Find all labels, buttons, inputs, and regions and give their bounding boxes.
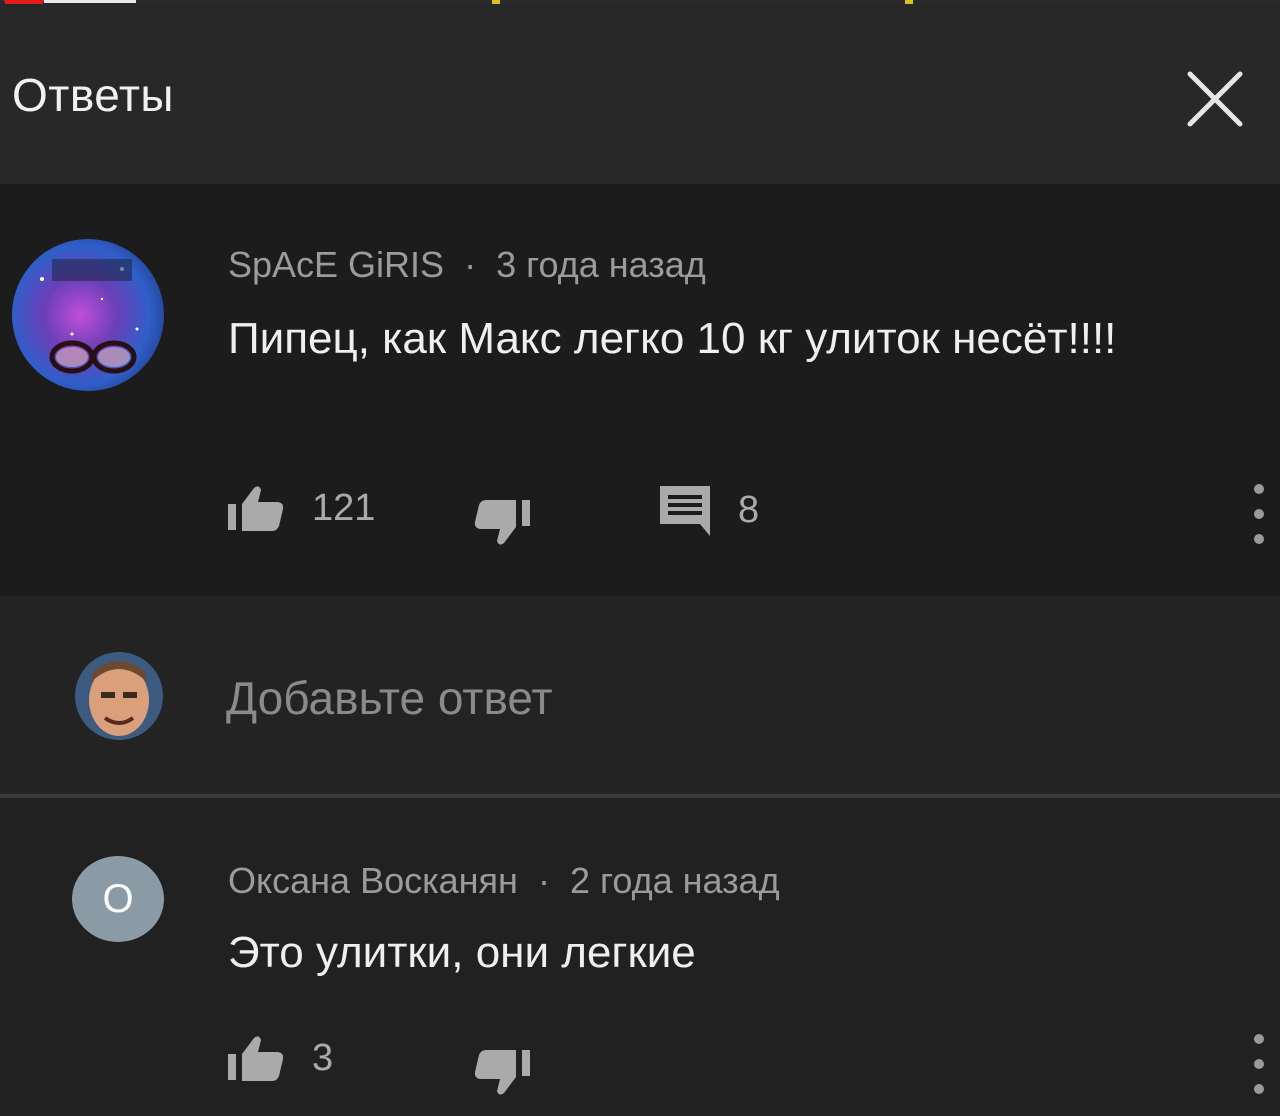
reply-like-button[interactable]: 3 (228, 1034, 333, 1082)
more-options-button[interactable] (1252, 484, 1266, 544)
add-reply-row (0, 596, 1280, 794)
more-vert-dot (1254, 509, 1264, 519)
reply-like-count: 3 (312, 1036, 334, 1079)
reply-avatar[interactable]: O (72, 856, 164, 942)
avatar[interactable] (12, 239, 164, 391)
thumb-down-icon (474, 500, 530, 545)
reply-meta: Оксана Восканян · 2 года назад (228, 860, 780, 902)
user-avatar[interactable] (75, 652, 163, 740)
reply-author[interactable]: Оксана Восканян (228, 860, 518, 901)
reply-input[interactable] (226, 668, 1206, 728)
replies-button[interactable]: 8 (658, 484, 759, 536)
avatar-image (12, 239, 164, 391)
panel-title: Ответы (12, 69, 174, 121)
reply-count: 8 (738, 488, 760, 531)
comment-icon (660, 486, 710, 536)
more-vert-dot (1254, 1059, 1264, 1069)
reply-comment: O Оксана Восканян · 2 года назад Это ули… (0, 798, 1280, 1116)
meta-separator: · (464, 244, 477, 285)
progress-buffered (44, 0, 136, 3)
thumb-down-icon (474, 1050, 530, 1095)
like-button[interactable]: 121 (228, 484, 375, 532)
comment-time: 3 года назад (496, 244, 706, 285)
comment-author[interactable]: SpAcE GiRIS (228, 244, 444, 285)
meta-separator: · (537, 860, 550, 901)
more-vert-icon (1254, 1034, 1264, 1044)
parent-comment: SpAcE GiRIS · 3 года назад Пипец, как Ма… (0, 184, 1280, 596)
thumb-up-icon (228, 1036, 284, 1081)
thumb-up-icon (228, 486, 284, 531)
user-avatar-image (75, 652, 163, 740)
close-button[interactable] (1180, 64, 1250, 134)
like-count: 121 (312, 486, 376, 529)
more-vert-dot (1254, 534, 1264, 544)
close-icon (1187, 71, 1243, 127)
replies-panel: Ответы SpAcE GiRIS · 3 года назад Пипец,… (0, 0, 1280, 1116)
comment-text: Пипец, как Макс легко 10 кг улиток несёт… (228, 314, 1117, 363)
dislike-button[interactable] (472, 500, 530, 548)
comment-meta: SpAcE GiRIS · 3 года назад (228, 244, 706, 286)
reply-time: 2 года назад (569, 860, 780, 901)
more-vert-dot (1254, 1084, 1264, 1094)
reply-dislike-button[interactable] (472, 1050, 530, 1098)
reply-text: Это улитки, они легкие (228, 928, 696, 977)
panel-header: Ответы (0, 4, 1280, 184)
reply-more-options-button[interactable] (1252, 1034, 1266, 1094)
more-vert-icon (1254, 484, 1264, 494)
